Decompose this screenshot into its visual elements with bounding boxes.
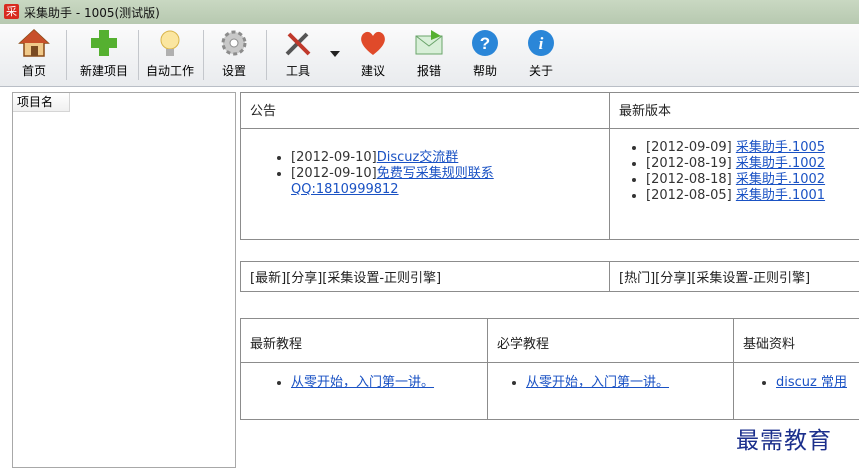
- version-link[interactable]: 采集助手.1005: [736, 140, 825, 155]
- help-icon: ?: [469, 27, 501, 59]
- list-item: 从零开始，入门第一讲。: [526, 375, 733, 391]
- notice-list: [2012-09-10]Discuz交流群 [2012-09-10]免费写采集规…: [241, 150, 609, 198]
- about-label: 关于: [528, 64, 553, 78]
- mail-icon: [413, 27, 445, 59]
- tutorial-link[interactable]: 从零开始，入门第一讲。: [291, 375, 434, 390]
- notice-header: 公告: [250, 104, 277, 119]
- toolbar-separator: [138, 30, 139, 80]
- settings-button[interactable]: 设置: [218, 27, 250, 79]
- settings-label: 设置: [221, 64, 246, 78]
- toolbar-separator: [66, 30, 67, 80]
- tag-bar-left: [最新][分享][采集设置-正则引擎]: [241, 262, 610, 291]
- list-item: [2012-09-10]免费写采集规则联系QQ:1810999812: [291, 166, 609, 198]
- tools-dropdown-button[interactable]: [330, 44, 340, 63]
- home-content: 公告 最新版本 [2012-09-10]Discuz交流群 [2012-09-1…: [240, 92, 859, 466]
- tutorials-header-cell: 基础资料: [734, 319, 859, 363]
- title-bar: 采 采集助手 - 1005(测试版): [0, 0, 859, 25]
- tag-bar-left-text[interactable]: [最新][分享][采集设置-正则引擎]: [241, 262, 609, 291]
- list-item: 从零开始，入门第一讲。: [291, 375, 487, 391]
- app-icon: 采: [4, 4, 19, 19]
- tag-bar-right-text[interactable]: [热门][分享][采集设置-正则引擎]: [610, 262, 859, 291]
- report-error-button[interactable]: 报错: [413, 27, 445, 79]
- toolbar: 首页 新建项目 自动工作 设置 工具 建议 报错 ? 帮助 i 关于: [0, 24, 859, 87]
- about-button[interactable]: i 关于: [525, 27, 557, 79]
- tutorial-list: 从零开始，入门第一讲。: [488, 375, 733, 391]
- tutorials-body-cell: 从零开始，入门第一讲。: [241, 363, 488, 419]
- tools-icon: [282, 27, 314, 59]
- version-body: [2012-09-09] 采集助手.1005 [2012-08-19] 采集助手…: [610, 129, 859, 239]
- tutorials-box: 最新教程 必学教程 基础资料 从零开始，入门第一讲。 从零开始，入门第一讲。 d…: [240, 318, 859, 420]
- must-learn-header: 必学教程: [497, 337, 550, 352]
- suggest-label: 建议: [360, 64, 385, 78]
- tutorial-list: discuz 常用: [734, 375, 859, 391]
- notice-version-box: 公告 最新版本 [2012-09-10]Discuz交流群 [2012-09-1…: [240, 92, 859, 240]
- svg-text:i: i: [539, 34, 544, 53]
- tools-button[interactable]: 工具: [282, 27, 314, 79]
- version-link[interactable]: 采集助手.1001: [736, 188, 825, 203]
- tutorials-header-cell: 最新教程: [241, 319, 488, 363]
- list-item: discuz 常用: [776, 375, 859, 391]
- list-item: [2012-09-09] 采集助手.1005: [646, 140, 859, 156]
- auto-work-label: 自动工作: [146, 64, 195, 78]
- notice-link[interactable]: Discuz交流群: [377, 150, 459, 165]
- home-button[interactable]: 首页: [18, 27, 50, 79]
- tutorial-list: 从零开始，入门第一讲。: [241, 375, 487, 391]
- plus-icon: [88, 27, 120, 59]
- tag-bar-right: [热门][分享][采集设置-正则引擎]: [610, 262, 859, 291]
- info-icon: i: [525, 27, 557, 59]
- project-list-panel[interactable]: 项目名: [12, 92, 236, 468]
- version-list: [2012-09-09] 采集助手.1005 [2012-08-19] 采集助手…: [610, 140, 859, 204]
- notice-body: [2012-09-10]Discuz交流群 [2012-09-10]免费写采集规…: [241, 129, 610, 239]
- new-project-button[interactable]: 新建项目: [80, 27, 128, 79]
- tutorial-link[interactable]: discuz 常用: [776, 375, 847, 390]
- notice-header-cell: 公告: [241, 93, 610, 129]
- home-label: 首页: [21, 64, 46, 78]
- tutorials-header-cell: 必学教程: [488, 319, 734, 363]
- basic-materials-header: 基础资料: [743, 337, 796, 352]
- suggest-button[interactable]: 建议: [357, 27, 389, 79]
- toolbar-separator: [266, 30, 267, 80]
- tutorial-link[interactable]: 从零开始，入门第一讲。: [526, 375, 669, 390]
- project-name-column-header[interactable]: 项目名: [13, 93, 70, 112]
- window-title: 采集助手 - 1005(测试版): [24, 6, 160, 20]
- list-item: [2012-08-05] 采集助手.1001: [646, 188, 859, 204]
- list-item: [2012-09-10]Discuz交流群: [291, 150, 609, 166]
- auto-work-button[interactable]: 自动工作: [146, 27, 194, 79]
- latest-tutorials-header: 最新教程: [250, 337, 303, 352]
- help-label: 帮助: [472, 64, 497, 78]
- home-icon: [18, 27, 50, 59]
- tools-label: 工具: [285, 64, 310, 78]
- gear-icon: [218, 27, 250, 59]
- report-error-label: 报错: [416, 64, 441, 78]
- tutorials-body-cell: discuz 常用: [734, 363, 859, 419]
- version-link[interactable]: 采集助手.1002: [736, 172, 825, 187]
- tutorials-body-cell: 从零开始，入门第一讲。: [488, 363, 734, 419]
- watermark: 最需教育: [736, 428, 832, 454]
- version-header: 最新版本: [619, 104, 672, 119]
- svg-text:?: ?: [480, 34, 490, 53]
- version-header-cell: 最新版本: [610, 93, 859, 129]
- toolbar-separator: [203, 30, 204, 80]
- heart-icon: [357, 27, 389, 59]
- tag-bar-box: [最新][分享][采集设置-正则引擎] [热门][分享][采集设置-正则引擎]: [240, 261, 859, 292]
- version-link[interactable]: 采集助手.1002: [736, 156, 825, 171]
- chevron-down-icon: [330, 44, 340, 63]
- help-button[interactable]: ? 帮助: [469, 27, 501, 79]
- bulb-icon: [154, 27, 186, 59]
- new-project-label: 新建项目: [80, 64, 129, 78]
- list-item: [2012-08-18] 采集助手.1002: [646, 172, 859, 188]
- list-item: [2012-08-19] 采集助手.1002: [646, 156, 859, 172]
